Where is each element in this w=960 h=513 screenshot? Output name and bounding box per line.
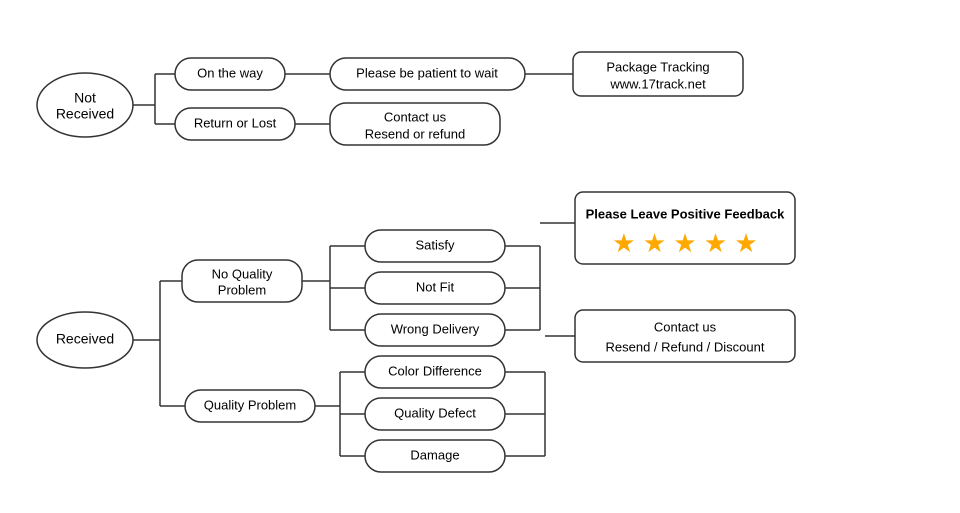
damage-label: Damage [410, 447, 459, 462]
package-tracking-line2: www.17track.net [609, 76, 706, 91]
contact-us-resend2-line2: Resend / Refund / Discount [606, 339, 765, 354]
quality-defect-label: Quality Defect [394, 405, 476, 420]
no-quality-problem-line2: Problem [218, 282, 266, 297]
quality-problem-label: Quality Problem [204, 397, 296, 412]
stars: ★ ★ ★ ★ ★ [612, 228, 757, 258]
on-the-way-label: On the way [197, 65, 263, 80]
received-label: Received [56, 331, 114, 347]
not-received-label: Not [74, 90, 96, 106]
contact-us-resend2-line1: Contact us [654, 319, 717, 334]
color-difference-label: Color Difference [388, 363, 482, 378]
wrong-delivery-label: Wrong Delivery [391, 321, 480, 336]
no-quality-problem-line1: No Quality [212, 266, 273, 281]
package-tracking-line1: Package Tracking [606, 59, 709, 74]
please-be-patient-label: Please be patient to wait [356, 65, 498, 80]
contact-us-resend-line2: Resend or refund [365, 126, 465, 141]
not-fit-label: Not Fit [416, 279, 455, 294]
not-received-label2: Received [56, 106, 114, 122]
please-leave-label: Please Leave Positive Feedback [586, 206, 785, 221]
contact-us-resend-line1: Contact us [384, 109, 447, 124]
return-or-lost-label: Return or Lost [194, 115, 277, 130]
satisfy-label: Satisfy [415, 237, 455, 252]
